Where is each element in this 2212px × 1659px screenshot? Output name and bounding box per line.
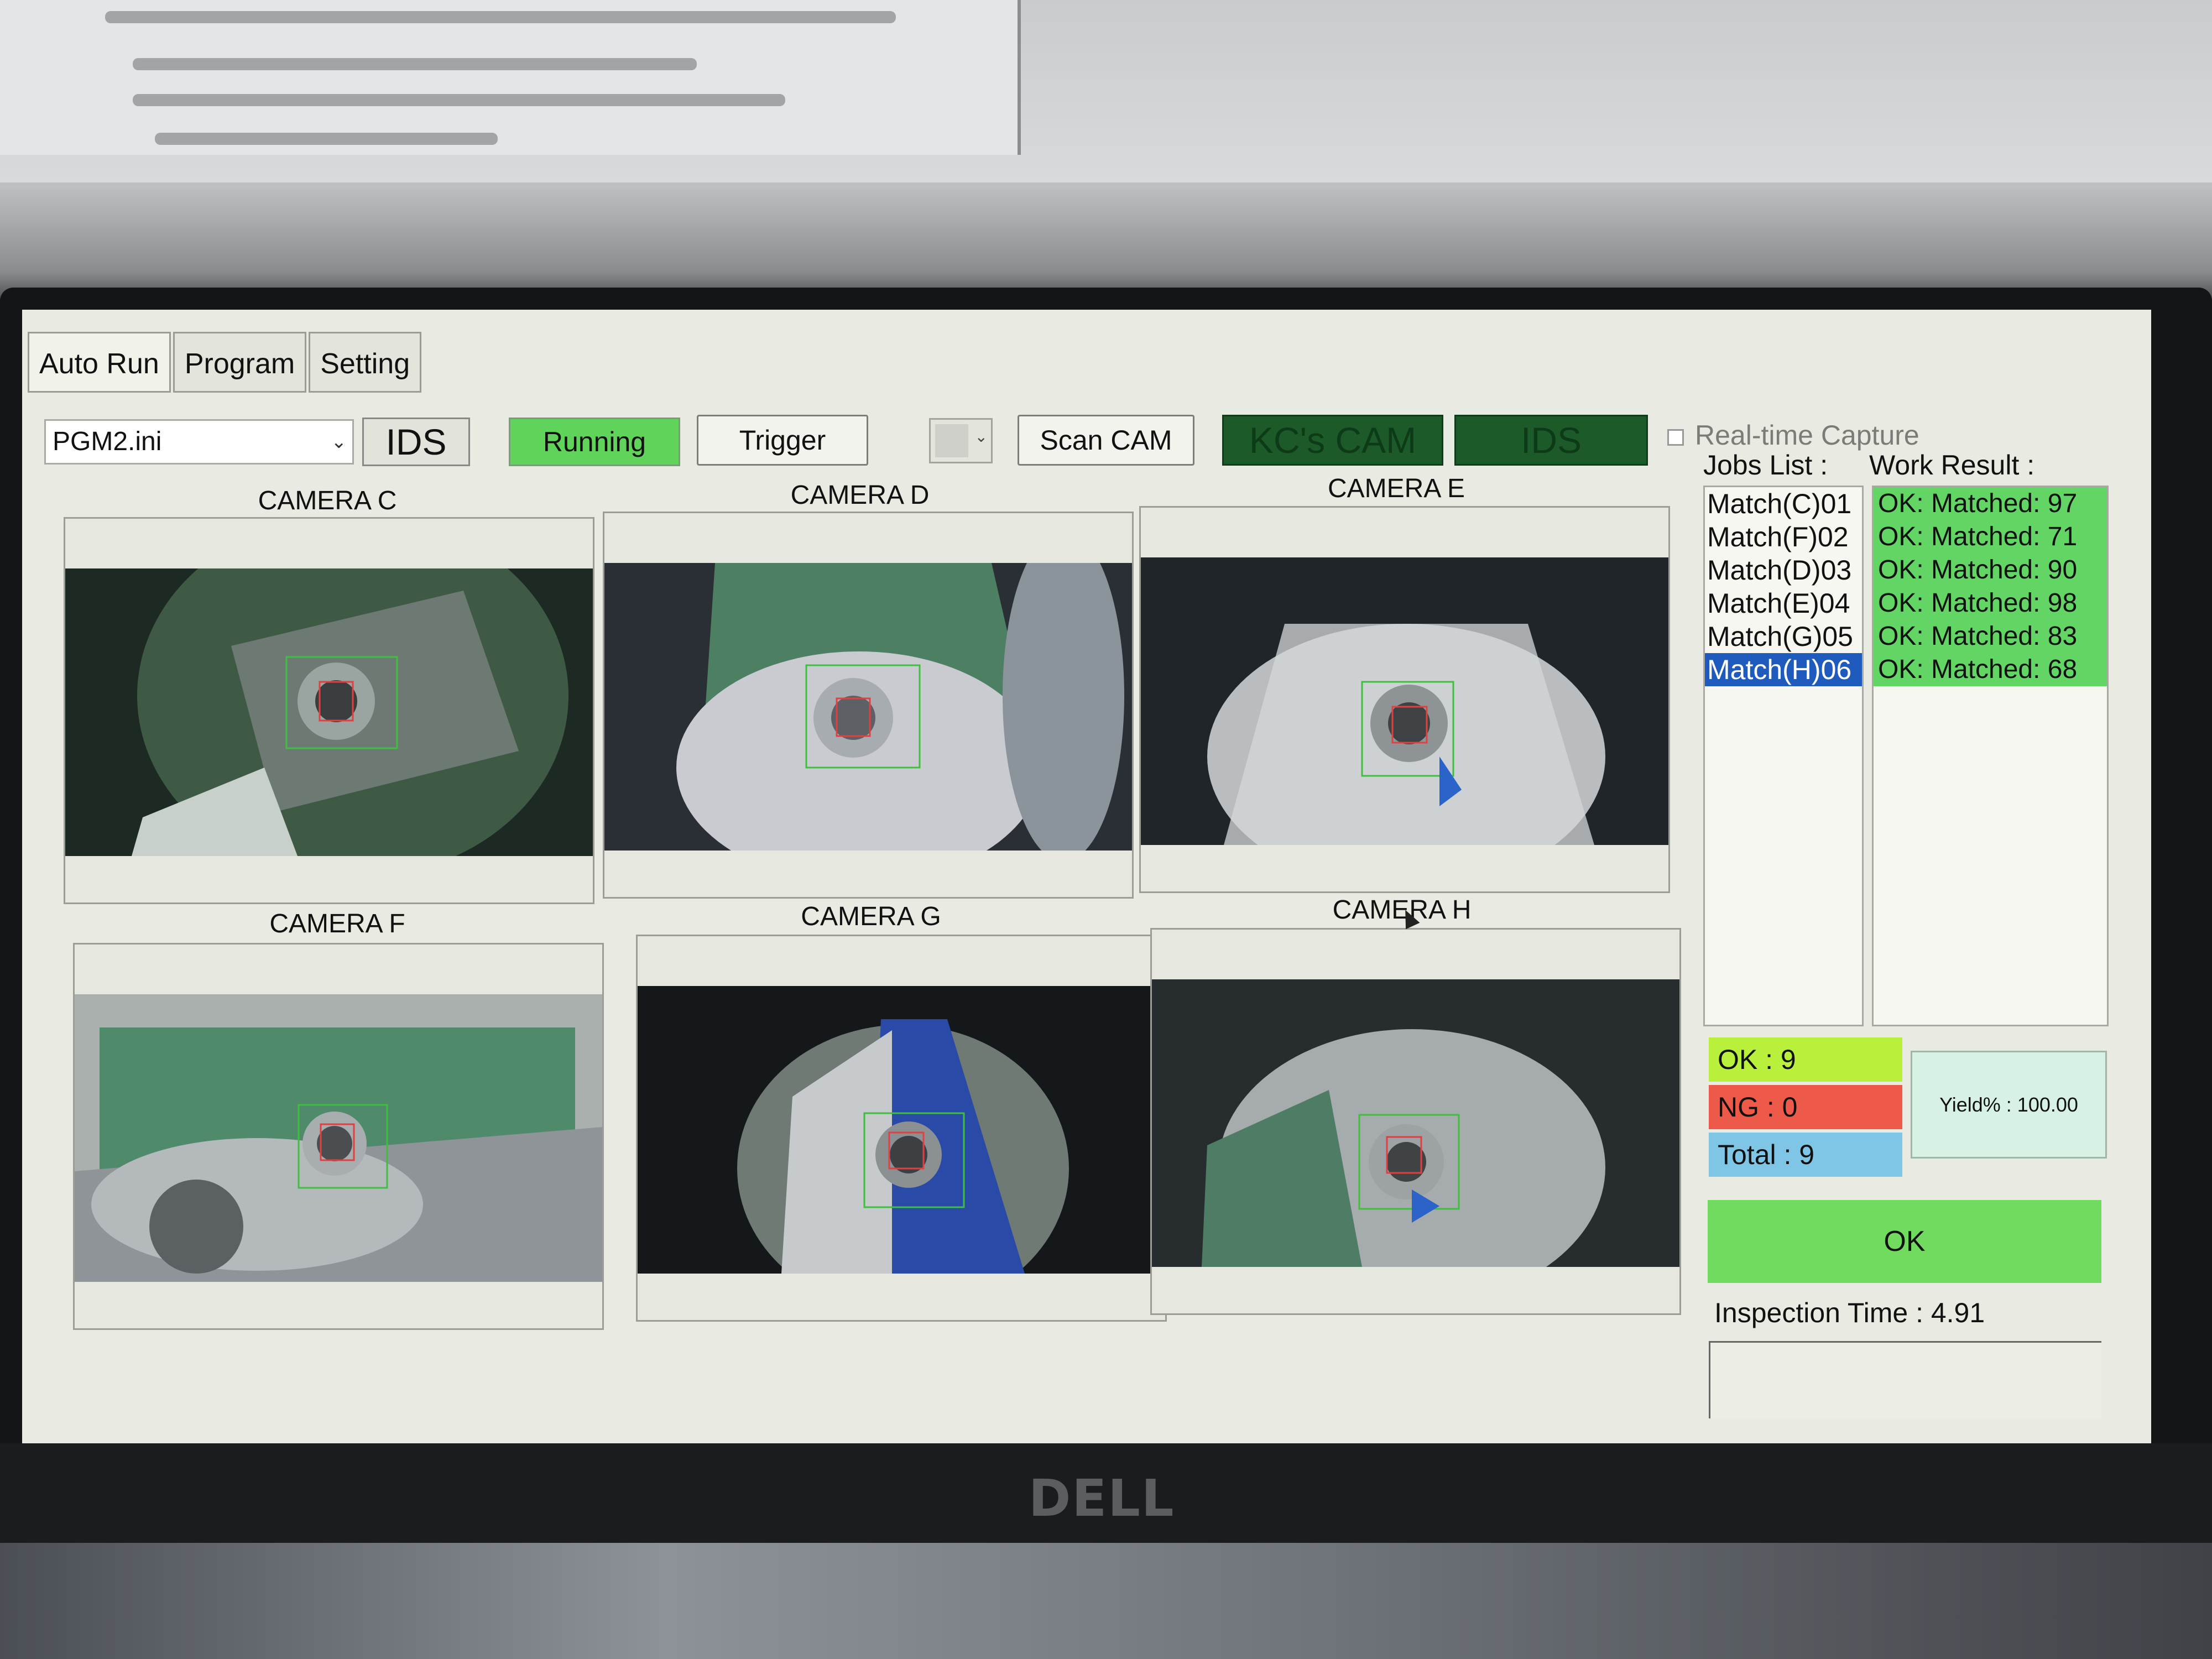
work-result-header: Work Result : [1869,450,2035,481]
yield-percent: Yield% : 100.00 [1911,1051,2107,1159]
running-button[interactable]: Running [509,418,680,466]
camera-title-f: CAMERA F [269,909,405,938]
realtime-capture-label: Real-time Capture [1695,420,1919,451]
chevron-down-icon: ⌄ [974,428,988,445]
camera-title-e: CAMERA E [1327,474,1465,503]
camera-select[interactable]: ⌄ [929,418,993,463]
job-item[interactable]: Match(G)05 [1705,620,1862,653]
work-result-item: OK: Matched: 90 [1874,554,2107,587]
program-file-select[interactable]: PGM2.ini ⌄ [44,419,354,465]
camera-select-swatch [935,424,968,457]
jobs-list-header: Jobs List : [1703,450,1828,481]
work-result-item: OK: Matched: 71 [1874,520,2107,554]
camera-view-c [64,517,594,904]
jobs-list[interactable]: Match(C)01 Match(F)02 Match(D)03 Match(E… [1703,486,1864,1026]
background-floor [0,1543,2212,1659]
realtime-capture-checkbox[interactable] [1667,429,1684,446]
camera-view-d [603,512,1134,899]
ids-camera-label: IDS [362,418,470,466]
work-result-item: OK: Matched: 83 [1874,620,2107,653]
camera-view-e [1139,506,1670,893]
job-item[interactable]: Match(D)03 [1705,554,1862,587]
camera-title-g: CAMERA G [801,902,941,931]
total-count: Total : 9 [1709,1133,1902,1177]
result-indicator: OK [1708,1200,2101,1283]
chevron-down-icon: ⌄ [331,431,347,452]
inspection-log-box [1709,1341,2101,1418]
inspection-time: Inspection Time : 4.91 [1714,1297,1985,1328]
camera-image-f [75,994,602,1282]
job-item[interactable]: Match(C)01 [1705,487,1862,520]
job-item-selected[interactable]: Match(H)06 [1705,653,1862,686]
tab-setting[interactable]: Setting [309,332,422,393]
work-result-item: OK: Matched: 98 [1874,587,2107,620]
camera-image-e [1141,557,1668,845]
program-file-value: PGM2.ini [53,427,162,456]
trigger-button[interactable]: Trigger [697,415,868,466]
camera-view-g [636,935,1167,1322]
camera-image-d [604,563,1132,851]
camera-view-h [1150,928,1681,1315]
monitor-brand-logo: DELL [1029,1469,1175,1528]
ok-count: OK : 9 [1709,1037,1902,1082]
camera-image-h [1152,979,1679,1267]
camera-title-c: CAMERA C [258,486,397,515]
job-item[interactable]: Match(F)02 [1705,520,1862,554]
main-tabs: Auto Run Program Setting [28,332,424,393]
ids-status: IDS [1454,415,1648,466]
work-result-item: OK: Matched: 68 [1874,653,2107,686]
tab-program[interactable]: Program [173,332,307,393]
kc-cam-status: KC's CAM [1222,415,1443,466]
work-result-list: OK: Matched: 97 OK: Matched: 71 OK: Matc… [1872,486,2109,1026]
tab-auto-run[interactable]: Auto Run [28,332,171,393]
camera-title-d: CAMERA D [790,481,930,510]
wall-notice-paper [0,0,1021,155]
job-item[interactable]: Match(E)04 [1705,587,1862,620]
camera-image-c [65,568,593,856]
camera-image-g [638,986,1165,1274]
camera-view-f [73,943,604,1330]
scan-cam-button[interactable]: Scan CAM [1018,415,1194,466]
app-screen: Auto Run Program Setting PGM2.ini ⌄ IDS … [22,310,2151,1443]
work-result-item: OK: Matched: 97 [1874,487,2107,520]
background-wall [0,0,2212,310]
ng-count: NG : 0 [1709,1085,1902,1129]
